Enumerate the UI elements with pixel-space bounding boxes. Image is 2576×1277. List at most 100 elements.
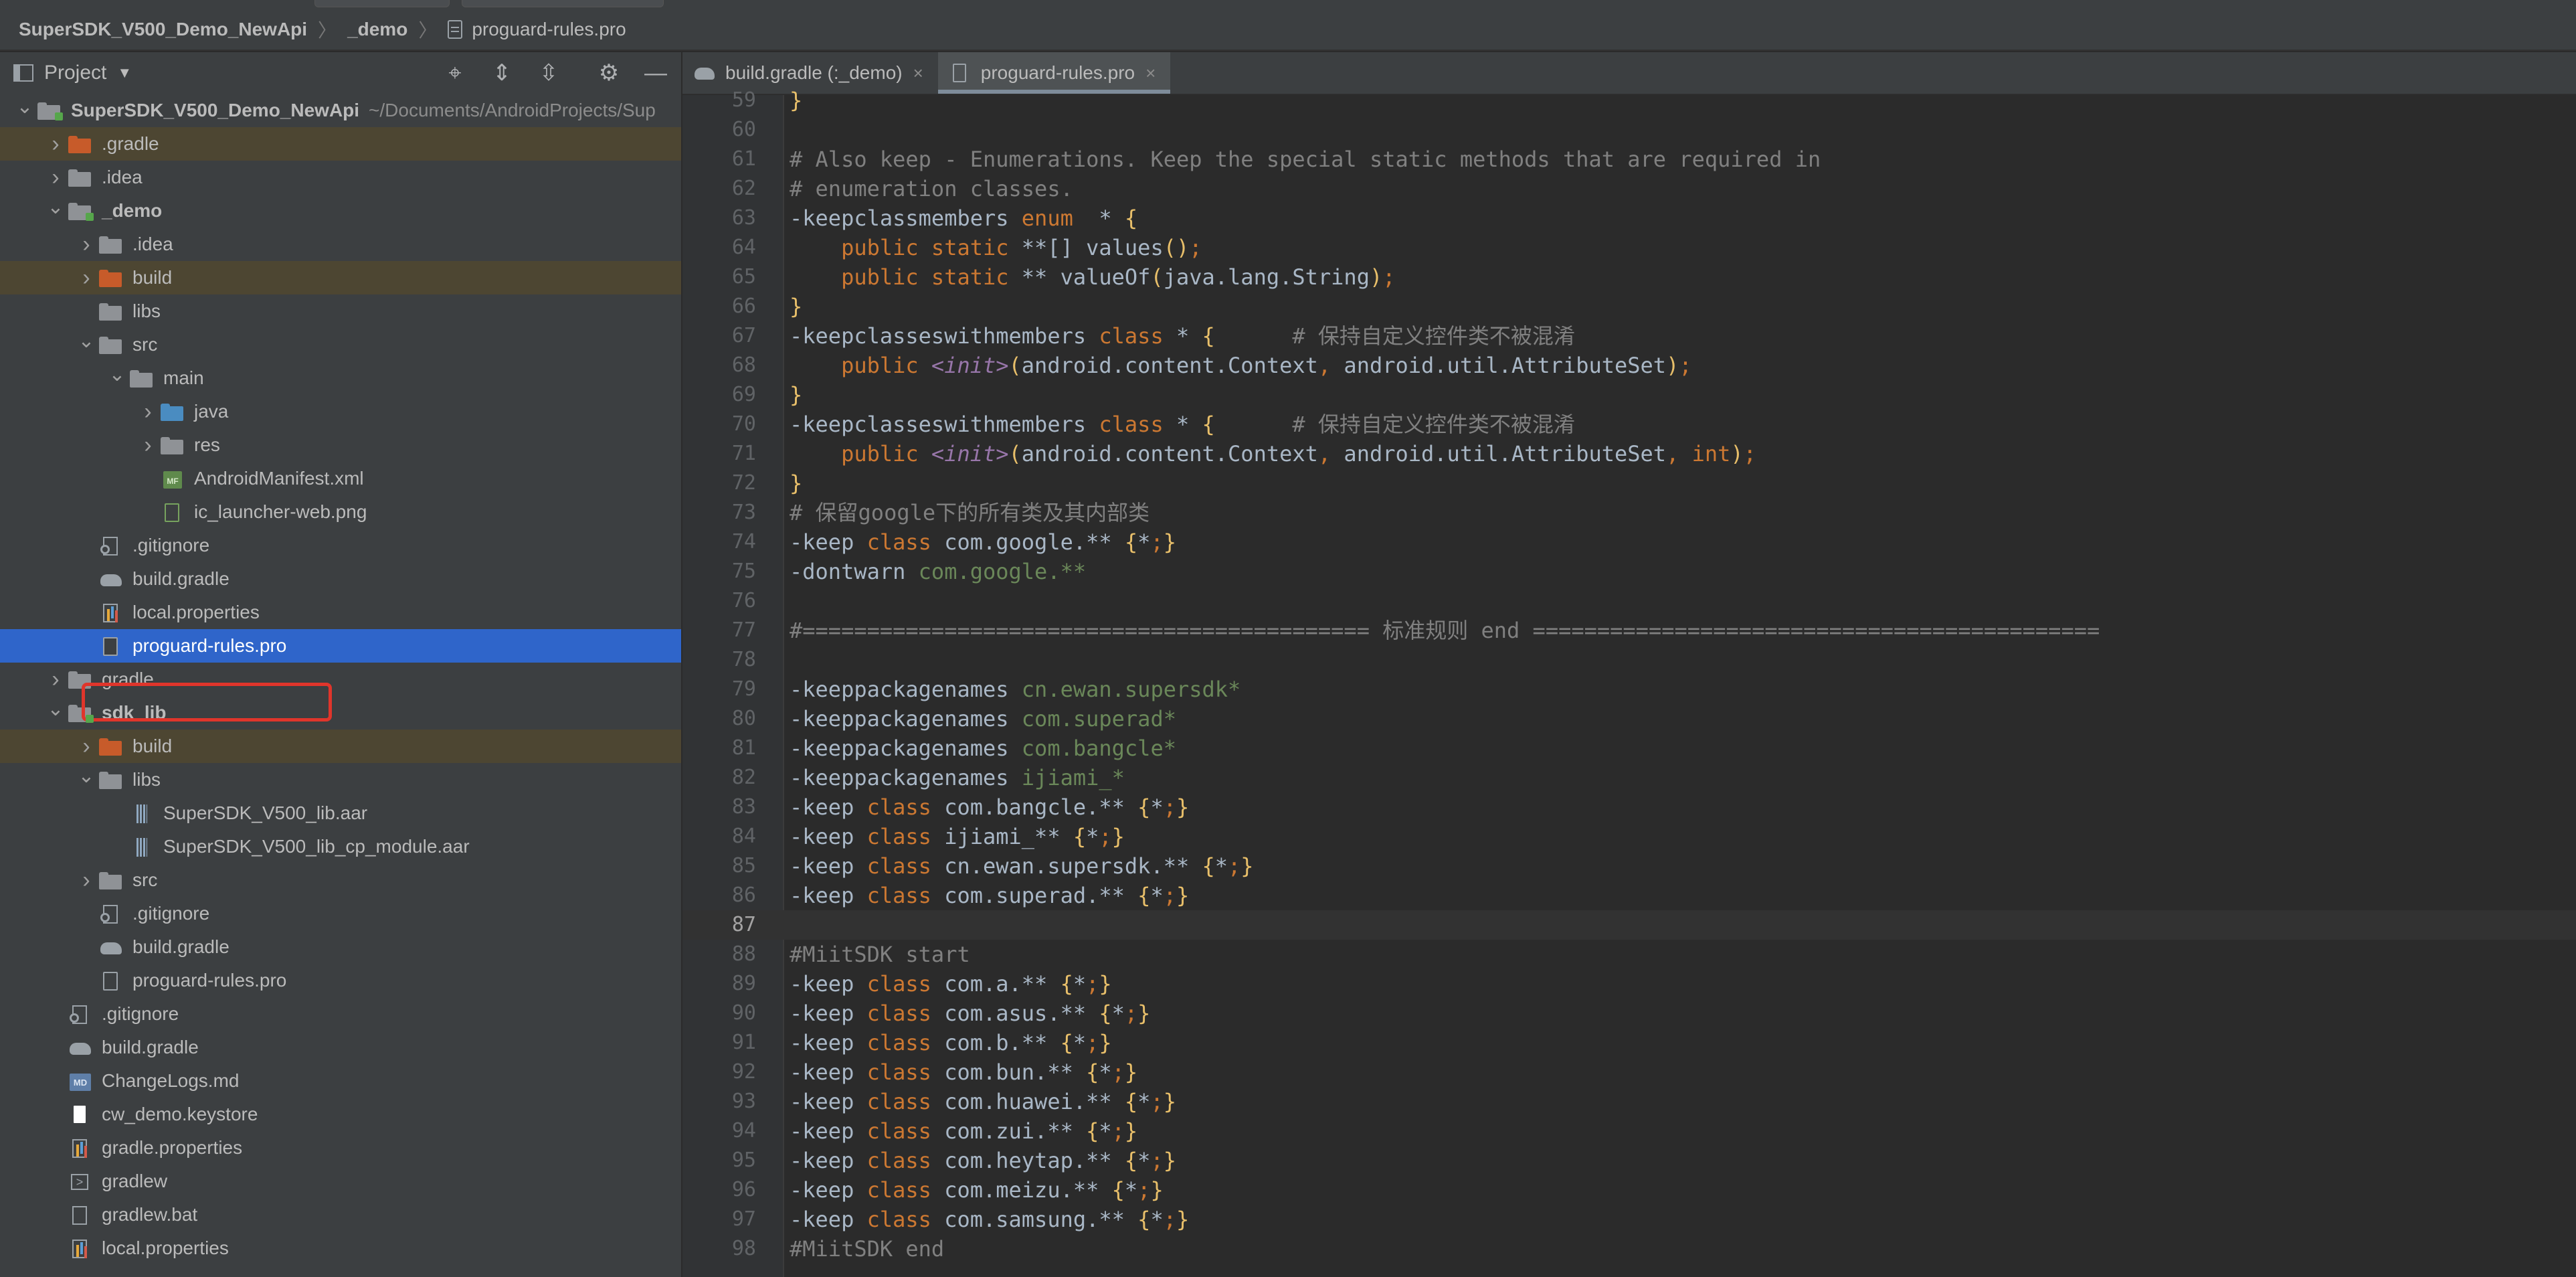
code-line[interactable]: 70 -keepclasseswithmembers class * { # 保持…: [682, 410, 2576, 439]
code-line[interactable]: 60: [682, 115, 2576, 145]
chevron-right-icon[interactable]: ›: [75, 867, 98, 893]
code-line[interactable]: 86 -keep class com.superad.** {*;}: [682, 881, 2576, 910]
tree-item[interactable]: libs: [0, 294, 681, 328]
code-line[interactable]: 61 # Also keep - Enumerations. Keep the s…: [682, 145, 2576, 174]
code-line[interactable]: 84 -keep class ijiami_** {*;}: [682, 822, 2576, 851]
crosshair-icon[interactable]: ⌖: [442, 60, 468, 86]
tree-item[interactable]: local.properties: [0, 1231, 681, 1265]
tree-item[interactable]: build.gradle: [0, 930, 681, 964]
code-line[interactable]: 83 -keep class com.bangcle.** {*;}: [682, 792, 2576, 822]
chevron-right-icon[interactable]: ›: [75, 734, 98, 760]
code-line[interactable]: 89 -keep class com.a.** {*;}: [682, 969, 2576, 999]
code-line[interactable]: 76: [682, 586, 2576, 616]
code-line[interactable]: 69}: [682, 380, 2576, 410]
tree-item[interactable]: › .idea: [0, 161, 681, 194]
code-line[interactable]: 77 #=====================================…: [682, 616, 2576, 645]
tree-item[interactable]: gradlew.bat: [0, 1198, 681, 1231]
tree-item[interactable]: › java: [0, 395, 681, 428]
chevron-down-icon[interactable]: ⌄: [106, 363, 128, 386]
code-line[interactable]: 63 -keepclassmembers enum * {: [682, 203, 2576, 233]
expand-all-icon[interactable]: ⇕: [488, 60, 515, 86]
tree-item[interactable]: SuperSDK_V500_lib.aar: [0, 796, 681, 830]
tree-item[interactable]: › src: [0, 863, 681, 897]
chevron-right-icon[interactable]: ›: [44, 165, 67, 191]
tree-item[interactable]: local.properties: [0, 596, 681, 629]
code-line[interactable]: 73 # 保留google下的所有类及其内部类: [682, 498, 2576, 527]
code-line[interactable]: 96 -keep class com.meizu.** {*;}: [682, 1175, 2576, 1205]
chevron-down-icon[interactable]: ⌄: [75, 764, 98, 788]
code-line[interactable]: 65 public static ** valueOf(java.lang.St…: [682, 262, 2576, 292]
code-line[interactable]: 88 #MiitSDK start: [682, 940, 2576, 969]
code-line[interactable]: 81 -keeppackagenames com.bangcle*: [682, 734, 2576, 763]
tree-item[interactable]: › build: [0, 261, 681, 294]
breadcrumb-file[interactable]: proguard-rules.pro: [448, 19, 626, 40]
tree-item[interactable]: ⌄ main: [0, 361, 681, 395]
code-line[interactable]: 80 -keeppackagenames com.superad*: [682, 704, 2576, 734]
tree-item[interactable]: › res: [0, 428, 681, 462]
chevron-down-icon[interactable]: ⌄: [44, 697, 67, 721]
chevron-down-icon[interactable]: ⌄: [13, 95, 36, 118]
chevron-down-icon[interactable]: ⌄: [75, 329, 98, 353]
breadcrumb-module[interactable]: _demo: [347, 19, 407, 40]
tree-item[interactable]: build.gradle: [0, 562, 681, 596]
tree-item[interactable]: SuperSDK_V500_lib_cp_module.aar: [0, 830, 681, 863]
tree-item[interactable]: ChangeLogs.md: [0, 1064, 681, 1098]
chevron-down-icon[interactable]: ▼: [117, 64, 132, 82]
chevron-right-icon[interactable]: ›: [136, 399, 159, 425]
tree-item[interactable]: build.gradle: [0, 1031, 681, 1064]
chevron-right-icon[interactable]: ›: [75, 232, 98, 258]
chevron-right-icon[interactable]: ›: [136, 432, 159, 458]
code-line[interactable]: 92 -keep class com.bun.** {*;}: [682, 1057, 2576, 1087]
tree-item[interactable]: gradlew: [0, 1165, 681, 1198]
tree-item[interactable]: cw_demo.keystore: [0, 1098, 681, 1131]
code-line[interactable]: 74 -keep class com.google.** {*;}: [682, 527, 2576, 557]
code-line[interactable]: 71 public <init>(android.content.Context…: [682, 439, 2576, 469]
tree-item[interactable]: ⌄ libs: [0, 763, 681, 796]
tree-item[interactable]: proguard-rules.pro: [0, 964, 681, 997]
tree-item[interactable]: › build: [0, 730, 681, 763]
code-line[interactable]: 62 # enumeration classes.: [682, 174, 2576, 203]
tree-item[interactable]: ⌄ src: [0, 328, 681, 361]
tree-item[interactable]: › gradle: [0, 663, 681, 696]
code-line[interactable]: 78: [682, 645, 2576, 675]
code-line[interactable]: 67 -keepclasseswithmembers class * { # 保持…: [682, 321, 2576, 351]
code-line[interactable]: 95 -keep class com.heytap.** {*;}: [682, 1146, 2576, 1175]
code-line[interactable]: 68 public <init>(android.content.Context…: [682, 351, 2576, 380]
minimize-icon[interactable]: —: [642, 60, 669, 86]
tree-item[interactable]: ⌄ SuperSDK_V500_Demo_NewApi ~/Documents/An…: [0, 94, 681, 127]
code-line[interactable]: 82 -keeppackagenames ijiami_*: [682, 763, 2576, 792]
window-tab-pill[interactable]: [462, 0, 664, 7]
tree-item[interactable]: proguard-rules.pro: [0, 629, 681, 663]
close-icon[interactable]: ×: [1145, 63, 1156, 84]
code-line[interactable]: 94 -keep class com.zui.** {*;}: [682, 1116, 2576, 1146]
chevron-right-icon[interactable]: ›: [44, 131, 67, 157]
code-line[interactable]: 75 -dontwarn com.google.**: [682, 557, 2576, 586]
gear-icon[interactable]: ⚙: [595, 60, 622, 86]
tree-item[interactable]: .gitignore: [0, 997, 681, 1031]
project-view-selector[interactable]: Project: [44, 62, 106, 84]
code-line[interactable]: 64 public static **[] values();: [682, 233, 2576, 262]
tree-item[interactable]: ic_launcher-web.png: [0, 495, 681, 529]
code-line[interactable]: 79 -keeppackagenames cn.ewan.supersdk*: [682, 675, 2576, 704]
tree-item[interactable]: › .gradle: [0, 127, 681, 161]
code-line[interactable]: 93 -keep class com.huawei.** {*;}: [682, 1087, 2576, 1116]
tree-item[interactable]: .gitignore: [0, 897, 681, 930]
tree-item[interactable]: .gitignore: [0, 529, 681, 562]
tree-item[interactable]: ⌄ _demo: [0, 194, 681, 228]
code-line[interactable]: 90 -keep class com.asus.** {*;}: [682, 999, 2576, 1028]
tree-item[interactable]: › .idea: [0, 228, 681, 261]
code-line[interactable]: 97 -keep class com.samsung.** {*;}: [682, 1205, 2576, 1234]
close-icon[interactable]: ×: [913, 63, 923, 84]
chevron-down-icon[interactable]: ⌄: [44, 195, 67, 219]
breadcrumb-project[interactable]: SuperSDK_V500_Demo_NewApi: [19, 19, 307, 40]
tree-item[interactable]: gradle.properties: [0, 1131, 681, 1165]
code-line[interactable]: 72}: [682, 469, 2576, 498]
chevron-right-icon[interactable]: ›: [44, 667, 67, 693]
code-line[interactable]: 98 #MiitSDK end: [682, 1234, 2576, 1264]
collapse-all-icon[interactable]: ⇳: [535, 60, 562, 86]
window-tab-pill[interactable]: [314, 0, 450, 7]
code-line[interactable]: 91 -keep class com.b.** {*;}: [682, 1028, 2576, 1057]
code-line[interactable]: 85 -keep class cn.ewan.supersdk.** {*;}: [682, 851, 2576, 881]
code-line[interactable]: 66}: [682, 292, 2576, 321]
tree-item[interactable]: AndroidManifest.xml: [0, 462, 681, 495]
